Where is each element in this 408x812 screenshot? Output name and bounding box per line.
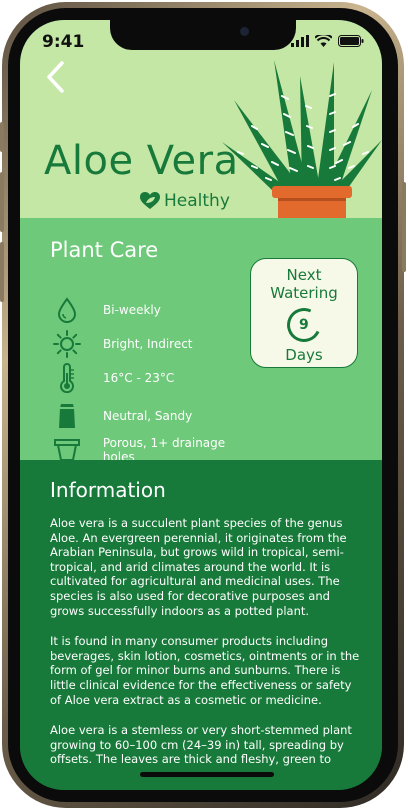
- care-soil-value: Neutral, Sandy: [103, 409, 193, 423]
- plant-care-title: Plant Care: [50, 238, 159, 262]
- information-section: Information Aloe vera is a succulent pla…: [20, 460, 382, 790]
- watering-countdown-ring: 9: [282, 303, 326, 347]
- next-watering-label-line1: Next: [286, 266, 322, 284]
- care-row-watering-frequency: Bi-weekly: [50, 295, 260, 325]
- status-bar: 9:41: [20, 20, 382, 64]
- watering-countdown-value: 9: [299, 317, 309, 333]
- plant-name: Aloe Vera: [44, 138, 239, 184]
- information-paragraph: It is found in many consumer products in…: [50, 634, 360, 707]
- sun-icon: [53, 330, 81, 358]
- care-frequency-value: Bi-weekly: [103, 303, 161, 317]
- information-paragraph: Aloe vera is a succulent plant species o…: [50, 516, 347, 618]
- care-row-light: Bright, Indirect: [50, 329, 260, 359]
- plant-care-section: Plant Care Bi-weekly Bright, Indirect 16…: [20, 218, 382, 464]
- care-row-soil: Neutral, Sandy: [50, 401, 260, 431]
- soil-bag-icon: [59, 404, 75, 428]
- thermometer-icon: [60, 363, 74, 393]
- next-watering-label: Next Watering: [251, 266, 357, 302]
- signal-icon: [291, 35, 309, 47]
- home-indicator[interactable]: [140, 772, 274, 777]
- power-button: [402, 182, 406, 272]
- next-watering-card[interactable]: Next Watering 9 Days: [250, 258, 358, 368]
- health-status-label: Healthy: [164, 191, 230, 211]
- app-screen: 9:41 Aloe Vera Healthy Plant Care Bi-wee…: [20, 20, 382, 790]
- care-light-value: Bright, Indirect: [103, 337, 193, 351]
- chevron-left-icon[interactable]: [42, 60, 70, 94]
- water-drop-icon: [57, 297, 77, 323]
- care-temperature-value: 16°C - 23°C: [103, 371, 175, 385]
- status-icons: [291, 35, 364, 47]
- status-time: 9:41: [42, 32, 85, 52]
- pot-icon: [53, 439, 80, 461]
- wifi-icon: [315, 35, 332, 47]
- health-status: Healthy: [140, 191, 230, 211]
- information-body[interactable]: Aloe vera is a succulent plant species o…: [50, 516, 360, 783]
- leaf-heart-icon: [140, 192, 160, 209]
- watering-countdown-unit: Days: [285, 346, 323, 364]
- care-row-temperature: 16°C - 23°C: [50, 363, 260, 393]
- next-watering-label-line2: Watering: [270, 284, 338, 302]
- aloe-plant-illustration: [222, 60, 382, 220]
- information-title: Information: [50, 478, 166, 502]
- volume-down-button: [0, 242, 4, 302]
- information-paragraph: Aloe vera is a stemless or very short-st…: [50, 723, 352, 767]
- battery-icon: [338, 35, 364, 47]
- volume-up-button: [0, 172, 4, 232]
- mute-switch: [0, 122, 4, 152]
